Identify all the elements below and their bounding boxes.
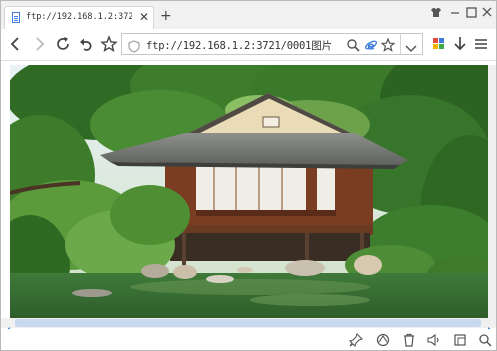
dropdown-icon[interactable] (405, 39, 417, 58)
search-icon[interactable] (478, 332, 492, 347)
reload-icon[interactable] (53, 34, 73, 54)
browser-window: ftp://192.168.1.2:3721/00 ✕ + (0, 0, 497, 351)
address-url[interactable]: ftp://192.168.1.2:3721/0001图片/002 (146, 38, 332, 53)
back-icon[interactable] (6, 34, 26, 54)
close-icon[interactable]: ✕ (139, 10, 149, 24)
forward-icon[interactable] (29, 34, 49, 54)
menu-icon[interactable] (471, 34, 491, 54)
tab-strip: ftp://192.168.1.2:3721/00 ✕ + (1, 1, 496, 29)
bookmark-star-icon[interactable] (99, 34, 119, 54)
speaker-icon[interactable] (427, 332, 441, 347)
svg-text:e: e (367, 40, 374, 53)
minimize-icon[interactable] (450, 7, 460, 21)
address-divider (400, 34, 401, 54)
browser-icon[interactable] (376, 332, 390, 347)
apps-icon[interactable] (429, 34, 449, 54)
shirt-skin-icon[interactable] (430, 7, 442, 22)
tab-title: ftp://192.168.1.2:3721/00 (26, 12, 132, 22)
undo-icon[interactable] (76, 34, 96, 54)
vertical-scrollbar[interactable] (488, 65, 496, 318)
toolbar: ftp://192.168.1.2:3721/0001图片/002 e (1, 29, 496, 61)
ie-compat-icon[interactable]: e (364, 37, 378, 56)
status-bar (1, 329, 496, 350)
pin-icon[interactable] (348, 332, 364, 348)
document-icon (12, 12, 20, 23)
trash-icon[interactable] (402, 332, 416, 347)
star-icon[interactable] (380, 37, 396, 56)
new-tab-plus-icon[interactable]: + (160, 9, 172, 23)
maximize-icon[interactable] (466, 7, 477, 22)
image-viewer (10, 65, 488, 318)
window-close-icon[interactable] (482, 7, 492, 21)
address-bar[interactable]: ftp://192.168.1.2:3721/0001图片/002 e (121, 33, 423, 55)
teahouse-photo (10, 65, 488, 318)
shield-icon (128, 38, 140, 57)
download-icon[interactable] (450, 34, 470, 54)
window-icon[interactable] (453, 332, 467, 346)
zoom-icon[interactable] (346, 37, 360, 56)
horizontal-scrollbar[interactable] (1, 318, 496, 333)
horizontal-scroll-thumb[interactable] (15, 319, 481, 327)
tab-ftp[interactable]: ftp://192.168.1.2:3721/00 ✕ (4, 6, 154, 29)
